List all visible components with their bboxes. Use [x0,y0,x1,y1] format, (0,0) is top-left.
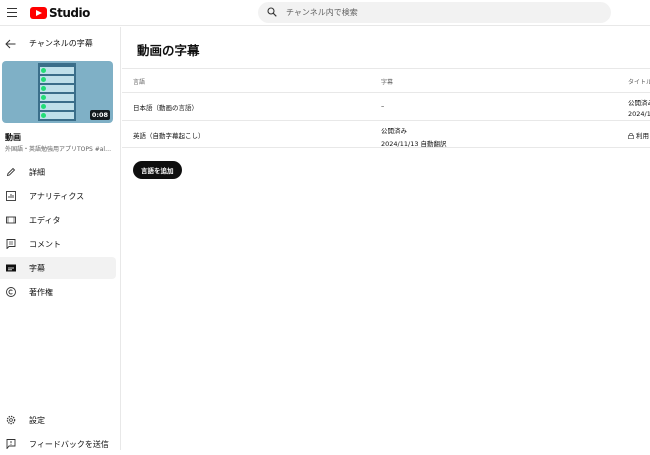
column-header-title: タイトルと [628,79,650,86]
sidebar-item-label: 詳細 [29,168,45,177]
title-status: 利用 [636,132,649,140]
top-bar: Studio [0,0,650,26]
youtube-play-icon [30,7,47,19]
video-label: 動画 [5,133,21,142]
logo-text: Studio [49,6,90,20]
main-content: 動画の字幕 言語 字幕 タイトルと 日本語（動画の言語） – 公開済み 2024… [122,27,650,450]
sidebar-item-feedback[interactable]: フィードバックを送信 [0,433,116,455]
sidebar-item-details[interactable]: 詳細 [0,161,116,183]
comment-icon [6,239,16,249]
search-icon [267,7,277,17]
lock-icon [628,133,634,139]
copyright-icon [6,287,16,297]
hamburger-menu-icon[interactable] [7,8,17,17]
title-status-cell[interactable]: 利用 [628,130,649,140]
sidebar-item-label: 設定 [29,416,45,425]
back-label: チャンネルの字幕 [29,39,93,48]
video-duration: 0:08 [89,110,110,120]
thumbnail-image [38,63,76,121]
search-input[interactable] [286,5,586,20]
table-row[interactable]: 英語（自動字幕起こし） 公開済み 2024/11/13 自動翻訳 利用 [122,120,650,148]
sidebar-item-label: フィードバックを送信 [29,440,109,449]
subtitle-status: 公開済み [381,127,407,135]
title-date: 2024/11/ [628,110,650,118]
sidebar-item-label: コメント [29,240,61,249]
youtube-studio-logo[interactable]: Studio [30,5,90,21]
table-row[interactable]: 日本語（動画の言語） – 公開済み 2024/11/ [122,92,650,120]
subtitles-icon [6,264,16,272]
column-header-subtitles: 字幕 [381,79,394,86]
column-header-language: 言語 [133,79,146,86]
sidebar-item-subtitles[interactable]: 字幕 [0,257,116,279]
language-cell: 英語（自動字幕起こし） [133,132,205,140]
table-header-row: 言語 字幕 タイトルと [122,68,650,92]
language-cell: 日本語（動画の言語） [133,104,198,112]
back-arrow-icon [5,39,16,49]
sidebar-item-analytics[interactable]: アナリティクス [0,185,116,207]
sidebar-item-comments[interactable]: コメント [0,233,116,255]
sidebar-item-label: エディタ [29,216,61,225]
subtitle-date: 2024/11/13 自動翻訳 [381,140,447,148]
feedback-icon [6,439,16,449]
search-box[interactable] [258,2,611,23]
sidebar-item-label: アナリティクス [29,192,85,201]
editor-icon [6,216,16,224]
back-to-channel-subtitles[interactable]: チャンネルの字幕 [0,36,121,52]
video-title: 外国語・英語勉強用アプリTOPS #al… [5,146,112,153]
pencil-icon [6,167,16,177]
sidebar-item-label: 字幕 [29,264,45,273]
sidebar: チャンネルの字幕 0:08 動画 外国語・英語勉強用アプリTOPS #al… 詳… [0,27,121,450]
subtitle-status-cell: 公開済み 2024/11/13 自動翻訳 [381,125,447,148]
sidebar-item-copyright[interactable]: 著作権 [0,281,116,303]
sidebar-item-editor[interactable]: エディタ [0,209,116,231]
video-thumbnail[interactable]: 0:08 [2,61,113,123]
title-status-cell: 公開済み 2024/11/ [628,97,650,118]
page-title: 動画の字幕 [137,43,200,58]
add-language-button[interactable]: 言語を追加 [133,161,182,179]
settings-icon [6,415,16,425]
sidebar-item-settings[interactable]: 設定 [0,409,116,431]
analytics-icon [6,191,16,201]
subtitles-table: 言語 字幕 タイトルと 日本語（動画の言語） – 公開済み 2024/11/ 英… [122,68,650,148]
sidebar-item-label: 著作権 [29,288,53,297]
title-status: 公開済み [628,99,650,107]
subtitle-status: – [381,102,385,110]
